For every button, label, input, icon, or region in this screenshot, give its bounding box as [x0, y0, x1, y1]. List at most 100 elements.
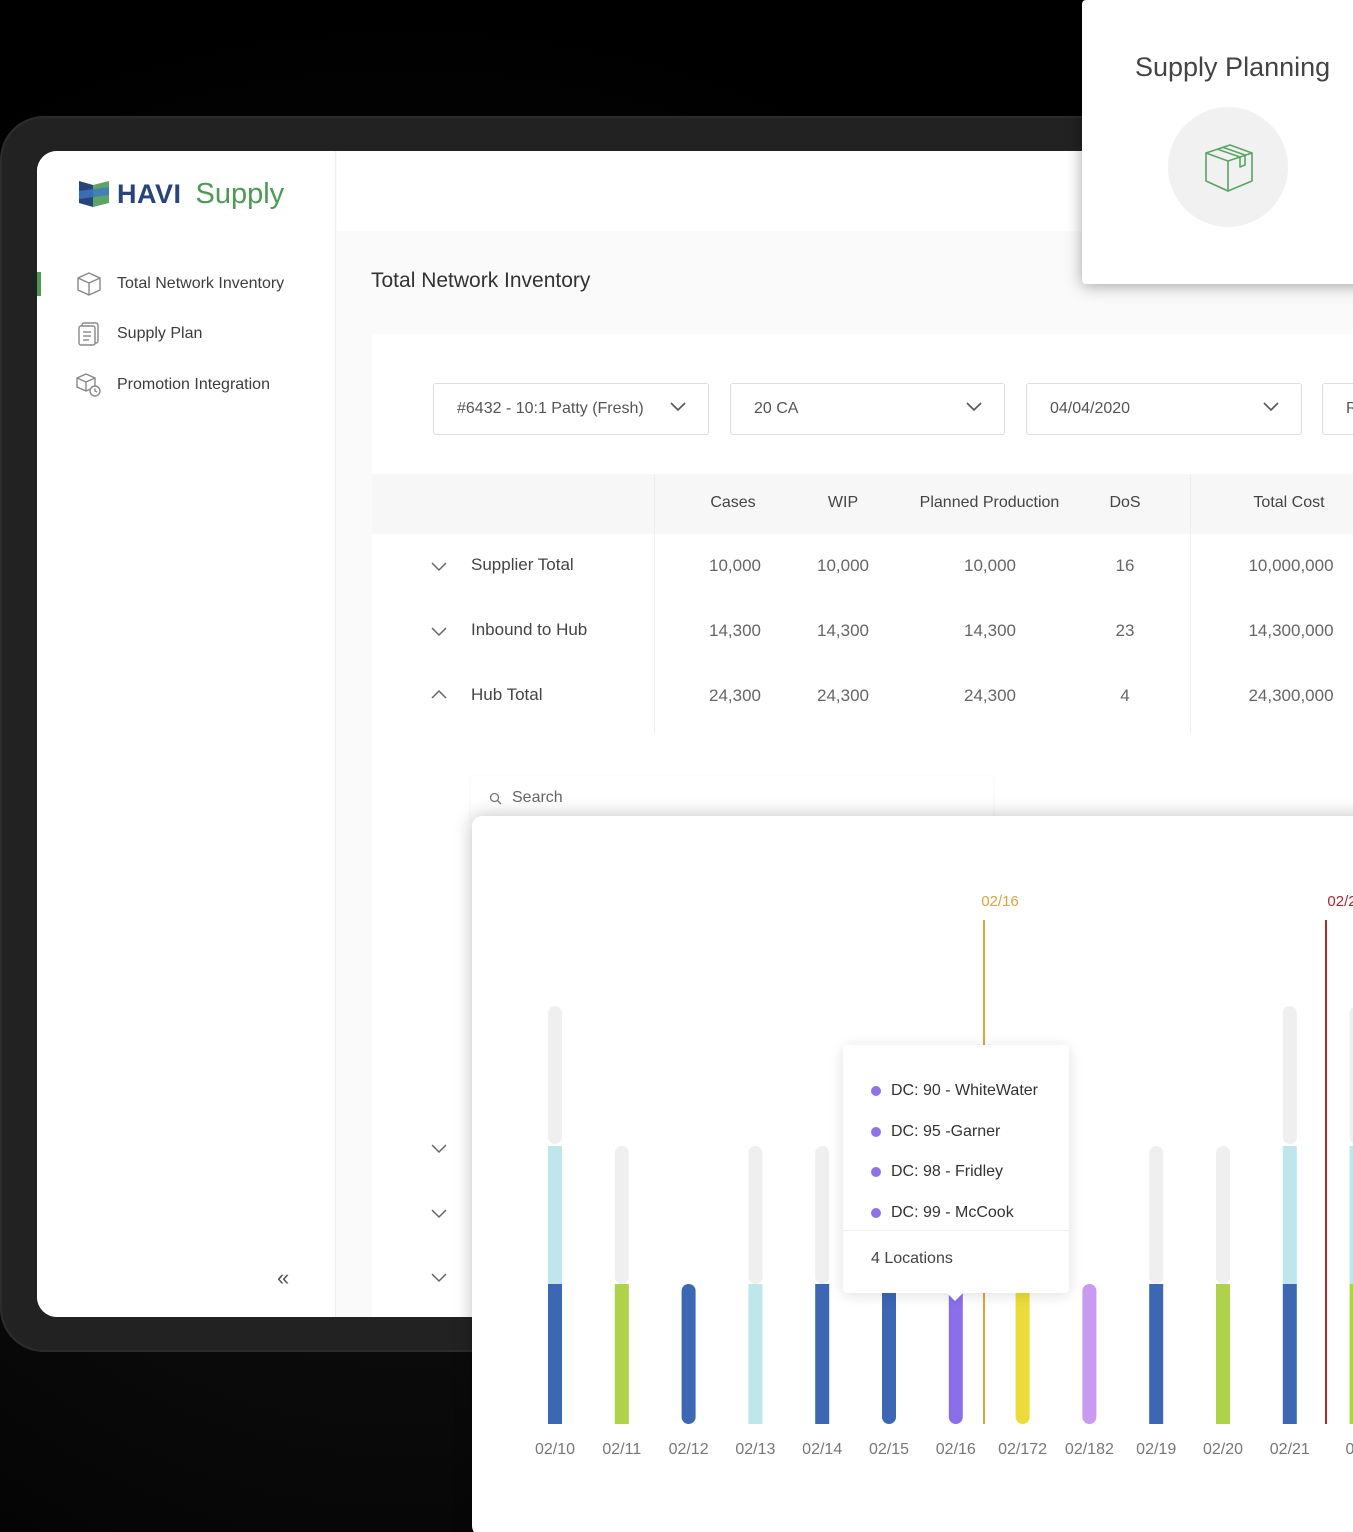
unit-select[interactable]: 20 CA [730, 383, 1005, 435]
bar-segment [548, 1284, 562, 1424]
package-icon [1168, 107, 1288, 227]
cell-total-cost: 24,300,000 [1248, 686, 1334, 705]
date-select-value: 04/04/2020 [1050, 400, 1131, 417]
x-tick-label: 02/15 [869, 1441, 909, 1458]
chevron-down-icon[interactable] [431, 627, 447, 637]
bar-segment [1282, 1006, 1297, 1144]
supply-planning-card[interactable]: Supply Planning [1082, 0, 1353, 284]
bar-segment [1282, 1146, 1297, 1284]
column-header-wip: WIP [827, 494, 859, 511]
sidebar-item-promotion-integration[interactable]: Promotion Integration [37, 365, 336, 405]
bar-segment [548, 1146, 562, 1284]
bar-segment [1216, 1284, 1230, 1424]
row-label: Inbound to Hub [471, 620, 588, 639]
stage: HAVI Supply Total Network Inventory Supp… [0, 0, 1353, 1532]
tooltip-item: DC: 90 - WhiteWater [871, 1071, 1069, 1112]
row-label: Hub Total [471, 685, 543, 704]
tooltip-item: DC: 98 - Fridley [871, 1152, 1069, 1193]
tooltip-list: DC: 90 - WhiteWater DC: 95 -Garner DC: 98 … [843, 1045, 1069, 1231]
search-icon [489, 792, 502, 804]
bar-segment [1015, 1284, 1030, 1424]
bar-segment [748, 1284, 763, 1424]
chevron-down-icon[interactable] [431, 1209, 447, 1219]
date-marker-label: 02/16 [981, 893, 1019, 910]
bar-segment [948, 1284, 963, 1424]
tooltip-item-label: DC: 99 - McCook [891, 1203, 1014, 1221]
cell-dos: 16 [1115, 556, 1135, 575]
collapse-sidebar-button[interactable]: « [277, 1265, 289, 1291]
locations-tooltip: DC: 90 - WhiteWater DC: 95 -Garner DC: 98 … [843, 1045, 1069, 1301]
page-title: Total Network Inventory [371, 269, 591, 292]
x-tick-label: 02/182 [1065, 1441, 1114, 1458]
sidebar-item-label: Promotion Integration [117, 376, 270, 393]
chevron-down-icon[interactable] [431, 1144, 447, 1154]
tooltip-pointer [947, 1293, 963, 1301]
location-dot-icon [871, 1167, 881, 1178]
chevron-down-icon[interactable] [431, 1273, 447, 1283]
chevron-up-icon[interactable] [431, 689, 447, 699]
bar-segment [1149, 1284, 1164, 1424]
location-dot-icon [871, 1207, 881, 1218]
brand-sub: Supply [195, 177, 285, 210]
column-header-planned-production: Planned Production [919, 494, 1060, 511]
cell-total-cost: 10,000,000 [1248, 556, 1334, 575]
x-tick-label: 02/172 [998, 1441, 1047, 1458]
chevron-down-icon [670, 402, 686, 412]
sidebar-item-label: Total Network Inventory [117, 275, 285, 292]
tooltip-item-label: DC: 98 - Fridley [891, 1163, 1004, 1181]
x-tick-label: 02/14 [802, 1441, 842, 1458]
x-tick-label: 02/16 [936, 1441, 976, 1458]
bar-segment [815, 1146, 830, 1284]
boxes-clock-icon [75, 371, 103, 399]
cell-planned-production: 10,000 [964, 556, 1016, 575]
date-select[interactable]: 04/04/2020 [1026, 383, 1302, 435]
bar-segment [1149, 1146, 1164, 1284]
tooltip-footer: 4 Locations [871, 1250, 953, 1267]
bar-segment [882, 1284, 896, 1424]
bar-segment [815, 1284, 830, 1424]
tooltip-item-label: DC: 95 -Garner [891, 1122, 1001, 1140]
fourth-select-value: R [1346, 400, 1353, 417]
table-divider [654, 474, 655, 734]
fourth-select[interactable]: R [1322, 383, 1353, 435]
bar-segment [1349, 1284, 1353, 1424]
product-select[interactable]: #6432 - 10:1 Patty (Fresh) [433, 383, 709, 435]
chevron-down-icon[interactable] [431, 562, 447, 572]
cell-total-cost: 14,300,000 [1248, 621, 1334, 640]
logo: HAVI Supply [77, 177, 284, 211]
x-tick-label: 02/ [1345, 1441, 1353, 1458]
tooltip-item-label: DC: 90 - WhiteWater [891, 1082, 1038, 1100]
cell-planned-production: 14,300 [964, 621, 1016, 640]
x-tick-label: 02/20 [1203, 1441, 1243, 1458]
x-tick-label: 02/21 [1270, 1441, 1310, 1458]
cell-planned-production: 24,300 [964, 686, 1016, 705]
x-tick-label: 02/10 [535, 1441, 575, 1458]
column-header-cases: Cases [710, 494, 756, 511]
search-input[interactable]: Search [471, 776, 993, 820]
bar-segment [614, 1146, 629, 1284]
row-label: Supplier Total [471, 555, 574, 574]
chart-panel: 02/10 02/11 02/12 02/13 02/14 02/15 02/16 02/17… [472, 816, 1353, 1532]
tooltip-item: DC: 95 -Garner [871, 1112, 1069, 1153]
bar-segment [681, 1284, 696, 1424]
x-tick-label: 02/13 [735, 1441, 775, 1458]
cell-cases: 14,300 [709, 621, 761, 640]
location-dot-icon [871, 1086, 881, 1097]
havi-logo-icon [79, 181, 109, 207]
bar-segment [1082, 1284, 1097, 1424]
double-chevron-left-icon: « [277, 1265, 290, 1290]
sidebar-item-total-network-inventory[interactable]: Total Network Inventory [37, 264, 336, 304]
cell-cases: 10,000 [709, 556, 761, 575]
tooltip-item: DC: 99 - McCook [871, 1193, 1069, 1234]
cell-dos: 4 [1120, 686, 1130, 705]
bar-segment [614, 1284, 629, 1424]
bar-segment [1216, 1146, 1230, 1284]
sidebar: HAVI Supply Total Network Inventory Supp… [37, 151, 336, 1317]
x-tick-label: 02/19 [1136, 1441, 1176, 1458]
bar-segment [1282, 1284, 1297, 1424]
unit-select-value: 20 CA [754, 400, 799, 417]
sidebar-item-supply-plan[interactable]: Supply Plan [37, 314, 336, 354]
column-header-total-cost: Total Cost [1253, 494, 1325, 511]
cell-wip: 14,300 [817, 621, 869, 640]
column-header-dos: DoS [1109, 494, 1141, 511]
